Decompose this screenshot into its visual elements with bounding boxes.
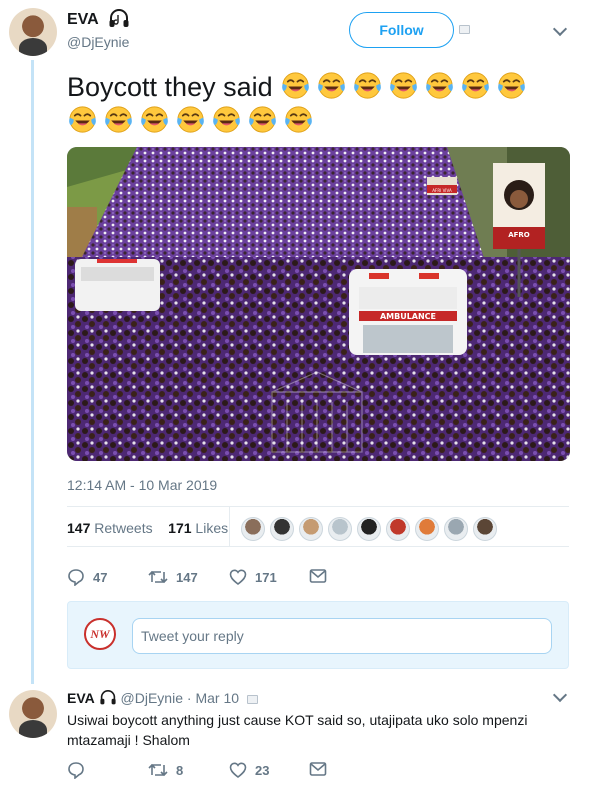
liker-avatar[interactable] — [386, 517, 410, 541]
crowd-photo-image: AMBULANCE AFRI VIVA AFRO — [67, 147, 570, 461]
tears-of-joy-emoji-icon — [388, 70, 419, 101]
reply-icon — [68, 762, 84, 779]
card-badge-icon — [459, 25, 470, 34]
tears-of-joy-emoji-icon — [424, 70, 455, 101]
tears-of-joy-emoji-icon — [139, 104, 170, 135]
author-avatar[interactable] — [9, 8, 57, 56]
tweet-timestamp[interactable]: 12:14 AM - 10 Mar 2019 — [67, 477, 217, 493]
heart-icon — [229, 569, 247, 586]
tears-of-joy-emoji-icon — [283, 104, 314, 135]
reply-input[interactable] — [132, 618, 552, 654]
tweet-text: Boycott they said — [67, 70, 562, 138]
reply-header: EVA @DjEynie · Mar 10 — [67, 690, 258, 706]
reply-date[interactable]: Mar 10 — [195, 690, 239, 706]
stats-separator — [229, 506, 230, 546]
ambulance-label: AMBULANCE — [380, 312, 436, 321]
liker-avatar[interactable] — [241, 517, 265, 541]
reply-composer: NW — [67, 601, 569, 669]
tweet-photo[interactable]: AMBULANCE AFRI VIVA AFRO — [67, 147, 570, 461]
reply-reply-action[interactable] — [67, 761, 93, 779]
liker-avatar[interactable] — [415, 517, 439, 541]
retweet-count: 147 — [176, 569, 198, 585]
retweet-icon — [148, 570, 168, 584]
message-action[interactable] — [309, 568, 327, 584]
tweet-stats: 147 Retweets 171 Likes — [67, 520, 228, 536]
retweet-stat[interactable]: 147 Retweets — [67, 520, 153, 536]
tears-of-joy-emoji-icon — [316, 70, 347, 101]
stats-top-divider — [67, 506, 569, 507]
tears-of-joy-emoji-icon — [460, 70, 491, 101]
card-badge-icon — [246, 695, 258, 704]
tears-of-joy-emoji-icon — [211, 104, 242, 135]
envelope-icon — [309, 569, 327, 583]
like-action[interactable]: 171 — [229, 568, 277, 586]
retweet-action[interactable]: 147 — [148, 568, 198, 586]
billboard-right-label: AFRO — [508, 231, 530, 239]
reply-count: 47 — [93, 569, 108, 585]
tears-of-joy-emoji-icon — [175, 104, 206, 135]
tears-of-joy-emoji-icon — [352, 70, 383, 101]
envelope-icon — [309, 762, 327, 776]
tears-of-joy-emoji-icon — [496, 70, 527, 101]
reply-like-action[interactable]: 23 — [229, 761, 269, 779]
reply-author-handle[interactable]: @DjEynie — [121, 690, 183, 706]
tears-of-joy-emoji-icon — [67, 104, 98, 135]
chevron-down-icon[interactable] — [552, 21, 568, 37]
billboard-left-label: AFRI VIVA — [432, 188, 452, 193]
liker-avatar[interactable] — [270, 517, 294, 541]
author-display-name[interactable]: EVA — [67, 11, 99, 29]
like-count: 171 — [255, 569, 277, 585]
author-handle[interactable]: @DjEynie — [67, 34, 129, 50]
stats-bottom-divider — [67, 546, 569, 547]
headphones-music-icon — [109, 9, 129, 27]
reply-retweet-count: 8 — [176, 762, 184, 778]
liker-avatar[interactable] — [299, 517, 323, 541]
reply-author-avatar[interactable] — [9, 690, 57, 738]
like-stat[interactable]: 171 Likes — [168, 520, 228, 536]
tears-of-joy-emoji-icon — [103, 104, 134, 135]
reply-text: Usiwai boycott anything just cause KOT s… — [67, 712, 528, 748]
liker-avatar[interactable] — [473, 517, 497, 541]
follow-button[interactable]: Follow — [349, 12, 454, 48]
reply-like-count: 23 — [255, 762, 270, 778]
tears-of-joy-emoji-icon — [247, 104, 278, 135]
reply-message-action[interactable] — [309, 761, 327, 777]
retweet-icon — [148, 763, 168, 777]
tweet-text-content: Boycott they said — [67, 72, 273, 102]
headphones-music-icon — [100, 690, 116, 705]
reply-separator: · — [186, 690, 192, 706]
liker-avatar[interactable] — [444, 517, 468, 541]
reply-author-name[interactable]: EVA — [67, 690, 95, 706]
liker-avatar[interactable] — [328, 517, 352, 541]
reply-retweet-action[interactable]: 8 — [148, 761, 183, 779]
nw-logo[interactable]: NW — [84, 618, 116, 650]
reply-icon — [68, 569, 84, 586]
heart-icon — [229, 762, 247, 779]
tears-of-joy-emoji-icon — [280, 70, 311, 101]
thread-connector-line — [31, 60, 34, 684]
reply-action[interactable]: 47 — [67, 568, 107, 586]
liker-avatar[interactable] — [357, 517, 381, 541]
reply-chevron-down-icon[interactable] — [552, 687, 568, 703]
